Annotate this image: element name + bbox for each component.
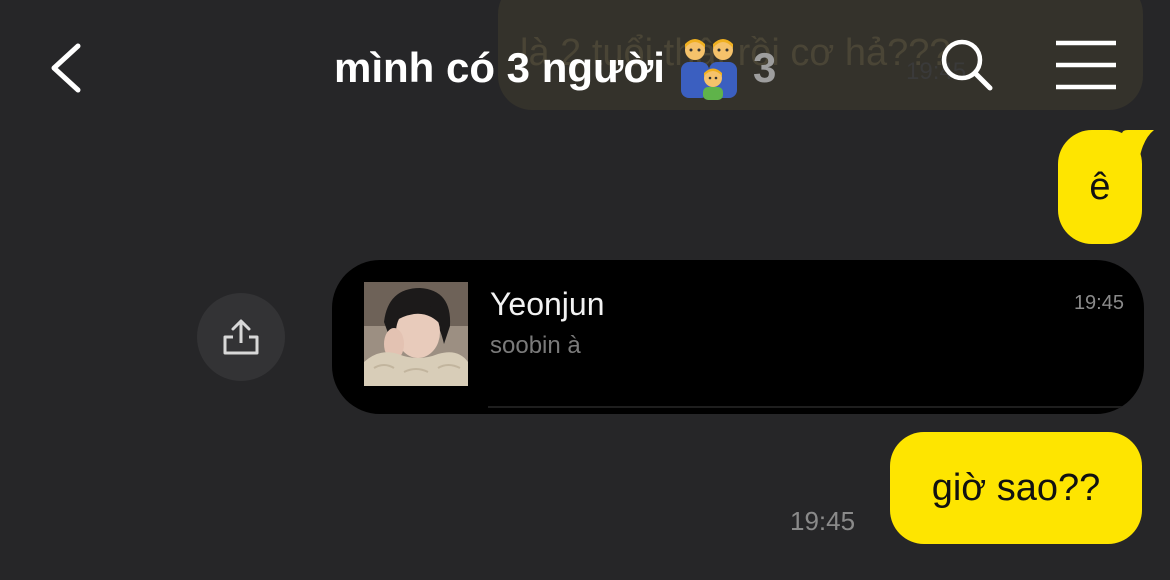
sent-message-bubble[interactable]: giờ sao?? bbox=[890, 432, 1142, 544]
search-icon[interactable] bbox=[938, 36, 994, 92]
card-timestamp: 19:45 bbox=[1073, 292, 1124, 314]
member-count: 3 bbox=[752, 44, 777, 91]
chat-title-group[interactable]: mình có 3 người 3 bbox=[334, 36, 776, 100]
menu-icon[interactable] bbox=[1054, 38, 1118, 92]
card-divider bbox=[488, 406, 1124, 408]
share-icon bbox=[223, 319, 259, 355]
chevron-left-icon[interactable] bbox=[44, 40, 88, 96]
share-button[interactable] bbox=[197, 293, 285, 381]
card-message-preview: soobin à bbox=[490, 332, 581, 359]
profile-photo bbox=[364, 282, 468, 386]
family-man-man-boy-emoji bbox=[680, 39, 737, 100]
chat-header: mình có 3 người 3 bbox=[0, 0, 1170, 130]
message-text: giờ sao?? bbox=[931, 466, 1101, 509]
sent-message-bubble[interactable]: ê bbox=[1058, 130, 1142, 244]
forwarded-message-card[interactable]: Yeonjun soobin à 19:45 bbox=[332, 260, 1144, 414]
message-text: ê bbox=[1089, 165, 1111, 208]
message-timestamp: 19:45 bbox=[790, 506, 856, 536]
card-sender-name: Yeonjun bbox=[490, 286, 605, 322]
chat-title: mình có 3 người bbox=[334, 44, 665, 91]
